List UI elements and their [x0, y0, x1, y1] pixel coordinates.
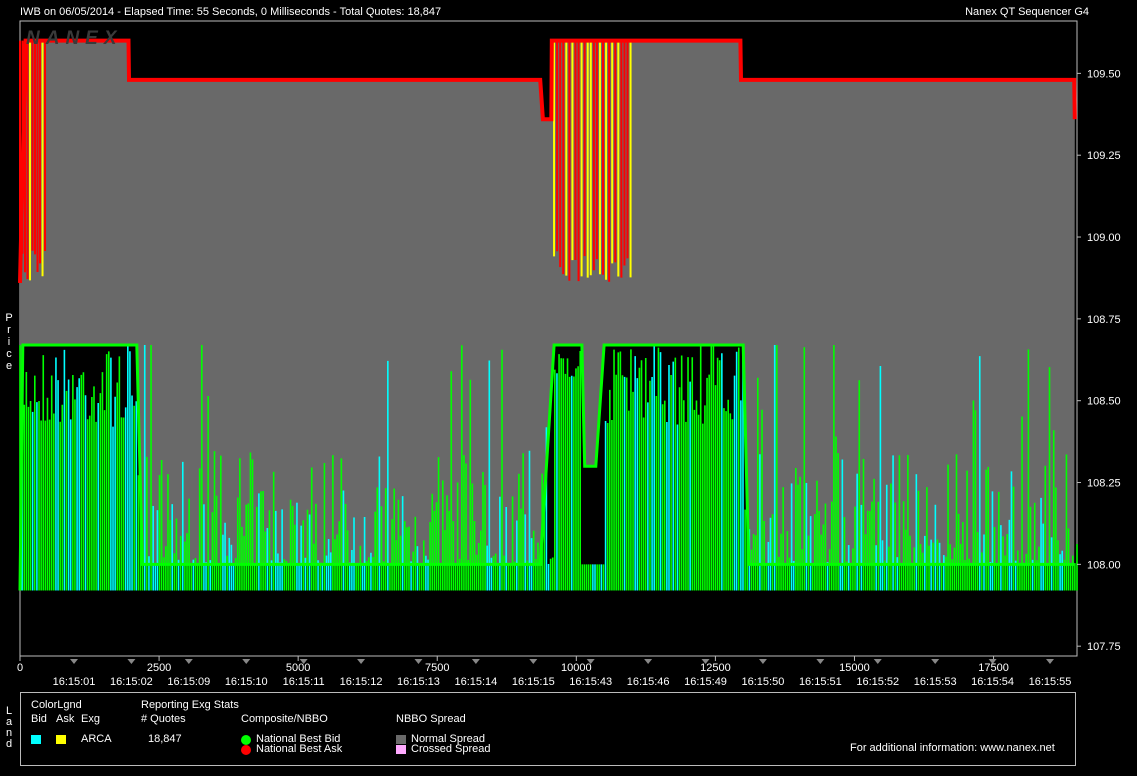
y-tick-label: 108.25	[1087, 478, 1121, 490]
time-label: 16:15:15	[512, 676, 555, 688]
price-chart: 109.50 109.25 109.00 108.75 108.50 108.25 108.…	[17, 20, 1121, 688]
time-marker-icon	[357, 659, 366, 664]
x-tick-label: 10000	[561, 662, 592, 674]
time-label: 16:15:11	[283, 676, 325, 688]
x-tick-label: 0	[17, 662, 23, 674]
quotes-value: 18,847	[148, 733, 182, 745]
legend-panel: ColorLgnd Bid Ask Exg ARCA Reporting Exg…	[20, 692, 1076, 766]
arca-ask-swatch	[56, 735, 66, 744]
time-marker-icon	[414, 659, 423, 664]
time-label: 16:15:49	[684, 676, 727, 688]
time-marker-icon	[184, 659, 193, 664]
nbo-dot-icon	[241, 745, 251, 755]
time-label: 16:15:02	[110, 676, 153, 688]
time-label: 16:15:14	[454, 676, 497, 688]
exg-column-label: Exg	[81, 713, 100, 725]
time-label: 16:15:50	[742, 676, 785, 688]
x-tick-label: 2500	[147, 662, 171, 674]
composite-title: Composite/NBBO	[241, 713, 328, 725]
land-label-char: d	[5, 738, 13, 750]
time-marker-icon	[127, 659, 136, 664]
y-label-char: i	[7, 336, 11, 348]
y-tick-label: 109.50	[1087, 68, 1121, 80]
nbo-label: National Best Ask	[256, 743, 343, 755]
time-label: 16:15:51	[799, 676, 842, 688]
y-label-char: e	[5, 360, 13, 372]
normal-spread-swatch	[396, 735, 406, 744]
time-label: 16:15:53	[914, 676, 957, 688]
y-tick-label: 108.50	[1087, 396, 1121, 408]
quotes-label: # Quotes	[141, 713, 186, 725]
time-marker-icon	[242, 659, 251, 664]
y-tick-label: 109.25	[1087, 150, 1121, 162]
stats-title: Reporting Exg Stats	[141, 699, 239, 711]
exchange-name: ARCA	[81, 733, 112, 745]
time-label: 16:15:01	[53, 676, 96, 688]
y-tick-label: 108.00	[1087, 559, 1121, 571]
time-marker-icon	[873, 659, 882, 664]
y-tick-label: 108.75	[1087, 314, 1121, 326]
x-tick-label: 17500	[978, 662, 1009, 674]
color-legend-title: ColorLgnd	[31, 699, 82, 711]
x-tick-label: 5000	[286, 662, 310, 674]
time-marker-icon	[70, 659, 78, 664]
time-label: 16:15:13	[397, 676, 440, 688]
time-marker-icon	[471, 659, 480, 664]
time-label: 16:15:52	[856, 676, 899, 688]
crossed-spread-label: Crossed Spread	[411, 743, 491, 755]
time-marker-icon	[758, 659, 767, 664]
y-label-char: r	[7, 324, 11, 336]
time-label: 16:15:10	[225, 676, 268, 688]
ask-column-label: Ask	[56, 713, 75, 725]
y-label-char: c	[6, 348, 12, 360]
time-label: 16:15:09	[167, 676, 210, 688]
x-tick-label: 12500	[700, 662, 731, 674]
time-label: 16:15:55	[1029, 676, 1072, 688]
arca-bid-swatch	[31, 735, 41, 744]
nbb-dot-icon	[241, 735, 251, 745]
time-marker-icon	[1046, 659, 1054, 664]
time-marker-icon	[529, 659, 538, 664]
time-label: 16:15:43	[569, 676, 612, 688]
info-text: For additional information: www.nanex.ne…	[850, 742, 1055, 754]
crossed-spread-swatch	[396, 745, 406, 754]
y-tick-label: 109.00	[1087, 232, 1121, 244]
time-label: 16:15:46	[627, 676, 670, 688]
y-tick-label: 107.75	[1087, 641, 1121, 653]
land-label: L a n d	[4, 706, 14, 750]
time-label: 16:15:54	[971, 676, 1014, 688]
time-label: 16:15:12	[340, 676, 383, 688]
time-marker-icon	[931, 659, 940, 664]
spread-title: NBBO Spread	[396, 713, 466, 725]
bid-column-label: Bid	[31, 713, 47, 725]
price-axis-label: P r i c e	[4, 312, 14, 372]
y-label-char: P	[5, 312, 13, 324]
time-marker-icon	[644, 659, 653, 664]
x-tick-label: 15000	[839, 662, 870, 674]
time-marker-icon	[816, 659, 825, 664]
nanex-watermark: NANEX	[26, 28, 123, 49]
x-tick-label: 7500	[425, 662, 449, 674]
